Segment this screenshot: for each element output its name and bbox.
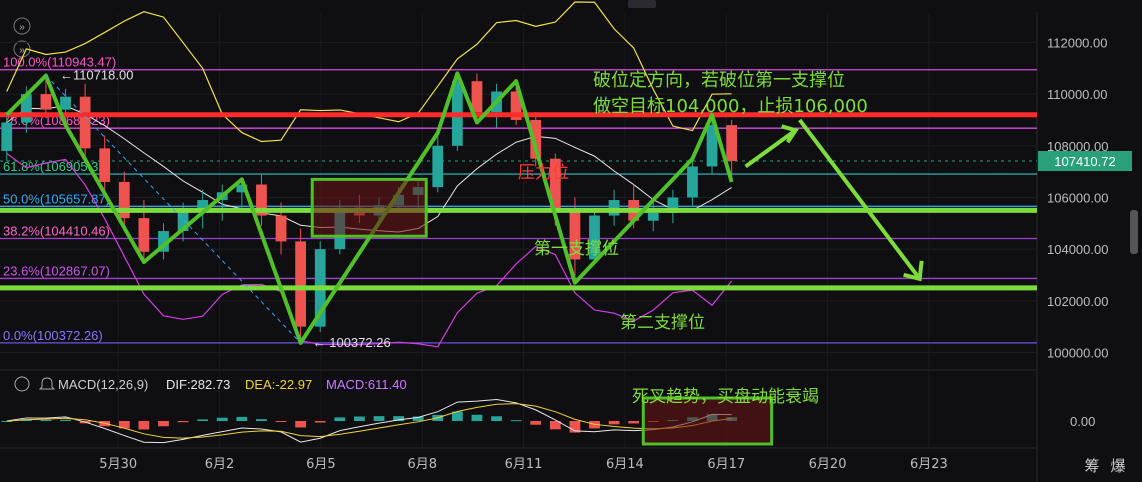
consolidation-box bbox=[310, 177, 428, 238]
macd-legend: MACD(12,26,9) DIF:282.73 DEA:-22.97 MACD… bbox=[14, 376, 407, 392]
annotation-support-2: 第二支撑位 bbox=[620, 313, 705, 333]
candle-body bbox=[295, 241, 307, 327]
macd-dea-value: DEA:-22.97 bbox=[245, 377, 312, 392]
chip-distribution-button[interactable]: 筹 bbox=[1084, 457, 1099, 475]
macd-histogram-bar bbox=[256, 419, 267, 421]
macd-histogram-bar bbox=[138, 421, 150, 430]
annotation-resistance: 压力位 bbox=[518, 163, 569, 183]
price-tick-label: 102000.00 bbox=[1047, 294, 1108, 309]
time-tick-label: 6月20 bbox=[809, 457, 847, 472]
projection-arrow-down bbox=[798, 118, 922, 281]
time-tick-label: 6月14 bbox=[606, 457, 644, 472]
annotation-strategy-line2: 做空目标104,000，止损106,000 bbox=[593, 96, 868, 117]
toolbar-button[interactable] bbox=[628, 0, 656, 8]
macd-dif-value: DIF:282.73 bbox=[166, 377, 230, 392]
macd-histogram-bar bbox=[197, 419, 209, 421]
macd-dif-line bbox=[6, 398, 732, 444]
macd-histogram-bar bbox=[216, 417, 228, 421]
time-axis[interactable]: 5月30 6月2 6月5 6月8 6月11 6月14 6月17 6月20 6月23 bbox=[99, 457, 948, 472]
candle-body bbox=[99, 148, 111, 182]
liquidation-button[interactable]: 爆 bbox=[1110, 457, 1125, 475]
macd-histogram-bar bbox=[510, 420, 522, 422]
candle-body bbox=[432, 145, 444, 188]
price-tick-label: 106000.00 bbox=[1047, 190, 1108, 205]
macd-histogram-bar bbox=[334, 417, 346, 421]
fib-level-label: 23.6%(102867.07) bbox=[3, 263, 110, 278]
candle-body bbox=[471, 81, 483, 113]
macd-histogram-bar bbox=[628, 421, 640, 424]
time-tick-label: 6月11 bbox=[505, 457, 543, 472]
price-tick-label: 100000.00 bbox=[1047, 345, 1108, 360]
candle-body bbox=[60, 96, 71, 110]
macd-histogram-bar bbox=[354, 416, 365, 421]
price-scale-handle[interactable] bbox=[1130, 210, 1138, 254]
time-tick-label: 5月30 bbox=[99, 457, 137, 472]
fib-level-label: 38.2%(104410.46) bbox=[3, 224, 110, 239]
macd-histogram-bar bbox=[373, 416, 385, 421]
candle-body bbox=[79, 96, 91, 149]
macd-histogram-bar bbox=[158, 421, 169, 427]
time-tick-label: 6月8 bbox=[407, 457, 437, 472]
price-tick-label: 104000.00 bbox=[1047, 242, 1108, 257]
candle-body bbox=[608, 200, 620, 216]
candle-body bbox=[647, 212, 659, 221]
macd-histogram-bar bbox=[608, 421, 620, 425]
annotation-support-1: 第一支撑位 bbox=[534, 239, 619, 259]
macd-histogram-bar bbox=[530, 421, 542, 425]
macd-histogram-bar bbox=[236, 416, 248, 421]
double-chevron-icon: » bbox=[19, 22, 25, 33]
time-tick-label: 6月23 bbox=[910, 457, 948, 472]
candle-body bbox=[687, 166, 698, 198]
candle-body bbox=[726, 125, 738, 162]
price-tick-label: 110000.00 bbox=[1047, 87, 1108, 102]
annotation-macd-death-cross: 死叉趋势，买盘动能衰竭 bbox=[632, 387, 819, 407]
macd-histogram-value: MACD:611.40 bbox=[326, 377, 407, 392]
macd-histogram-bar bbox=[275, 421, 287, 422]
macd-histogram-bar bbox=[295, 421, 307, 428]
indicator-settings-icon[interactable] bbox=[14, 376, 30, 392]
candle-body bbox=[1, 122, 13, 151]
chart-stage: » » 100.0%(110943.47) 78.6%(108681.23) 61.… bbox=[0, 0, 1142, 482]
collapse-button-1[interactable]: » bbox=[13, 17, 31, 35]
candle-body bbox=[40, 94, 52, 110]
annotation-strategy-line1: 破位定方向，若破位第一支撑位 bbox=[593, 70, 845, 91]
marked-high-label: ←110718.00 bbox=[60, 68, 134, 83]
fib-level-label: 0.0%(100372.26) bbox=[3, 328, 103, 343]
candlestick-chart[interactable]: » » 100.0%(110943.47)78.6%(108681.23)61.… bbox=[0, 0, 1142, 482]
time-tick-label: 6月2 bbox=[205, 457, 235, 472]
macd-pane: 0.00 bbox=[1, 396, 1095, 446]
candle-body bbox=[138, 218, 150, 252]
macd-histogram-bar bbox=[491, 416, 502, 421]
current-price-tag: 107410.72 bbox=[1038, 151, 1132, 172]
macd-dea-line bbox=[6, 403, 732, 439]
macd-histogram-bar bbox=[471, 414, 483, 421]
macd-histogram-bar bbox=[177, 421, 189, 423]
alarm-bell-icon[interactable] bbox=[38, 377, 56, 390]
time-tick-label: 6月17 bbox=[707, 457, 745, 472]
current-price-label: 107410.72 bbox=[1054, 154, 1115, 169]
macd-title: MACD(12,26,9) bbox=[58, 377, 148, 392]
marked-low-label: ← 100372.26 bbox=[313, 335, 391, 350]
macd-histogram-bar bbox=[314, 421, 326, 423]
price-axis[interactable]: 112000.00110000.00108000.00106000.001040… bbox=[1047, 35, 1108, 360]
price-tick-label: 112000.00 bbox=[1047, 35, 1108, 50]
macd-axis-tick: 0.00 bbox=[1070, 414, 1095, 429]
macd-histogram-bar bbox=[60, 419, 71, 421]
time-tick-label: 6月5 bbox=[306, 457, 336, 472]
candle-body bbox=[275, 215, 287, 242]
fib-level-label: 50.0%(105657.87) bbox=[3, 191, 110, 206]
macd-histogram-bar bbox=[40, 419, 52, 421]
